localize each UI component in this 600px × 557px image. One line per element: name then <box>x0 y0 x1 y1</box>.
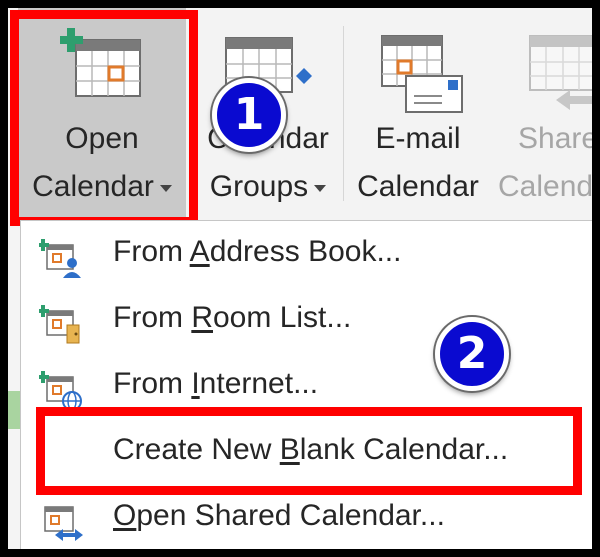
email-calendar-button[interactable]: E-mail Calendar <box>348 8 488 218</box>
open-calendar-dropdown-menu: From Address Book... From Room List... F… <box>20 220 592 549</box>
menu-item-from-address-book[interactable]: From Address Book... <box>21 223 592 289</box>
email-calendar-label-line2: Calendar <box>357 170 479 203</box>
screenshot-frame: Open Calendar Calendar Groups <box>8 8 592 549</box>
share-calendar-label-line1: Share <box>518 122 592 155</box>
share-calendar-icon <box>529 35 592 110</box>
step-1-badge: 1 <box>212 78 286 152</box>
calendar-groups-label-text: Groups <box>209 170 309 203</box>
access-key: O <box>113 499 137 532</box>
address-book-calendar-icon <box>39 239 81 278</box>
menu-item-label: Open Shared Calendar... <box>113 499 445 533</box>
step-2-badge: 2 <box>435 317 509 391</box>
menu-item-open-shared-calendar[interactable]: Open Shared Calendar... <box>21 487 592 549</box>
email-calendar-icon <box>381 35 463 113</box>
label-text: nternet... <box>199 367 319 400</box>
internet-calendar-icon <box>39 371 82 411</box>
background-green-strip <box>8 391 20 429</box>
access-key: I <box>191 367 200 400</box>
chevron-down-icon <box>314 184 327 192</box>
menu-item-label: From Address Book... <box>113 235 401 269</box>
ribbon-separator <box>343 26 344 201</box>
create-blank-calendar-highlight <box>36 407 582 495</box>
email-calendar-label-line1: E-mail <box>375 122 461 155</box>
label-text: pen Shared Calendar... <box>136 499 445 532</box>
label-text: From <box>113 301 192 334</box>
open-calendar-highlight <box>10 10 198 226</box>
label-text: ddress Book... <box>209 235 402 268</box>
ribbon: Open Calendar Calendar Groups <box>8 8 592 228</box>
menu-item-label: From Internet... <box>113 367 318 401</box>
access-key: A <box>189 235 210 268</box>
shared-calendar-icon <box>44 506 83 541</box>
calendar-groups-label-line2: Groups <box>198 166 338 208</box>
share-calendar-label-line2: Calendar <box>498 170 592 203</box>
room-list-calendar-icon <box>39 305 80 344</box>
share-calendar-button[interactable]: Share Calendar <box>498 8 592 218</box>
label-text: From <box>113 235 190 268</box>
label-text: oom List... <box>213 301 352 334</box>
menu-item-label: From Room List... <box>113 301 351 335</box>
access-key: R <box>191 301 213 334</box>
label-text: From <box>113 367 192 400</box>
